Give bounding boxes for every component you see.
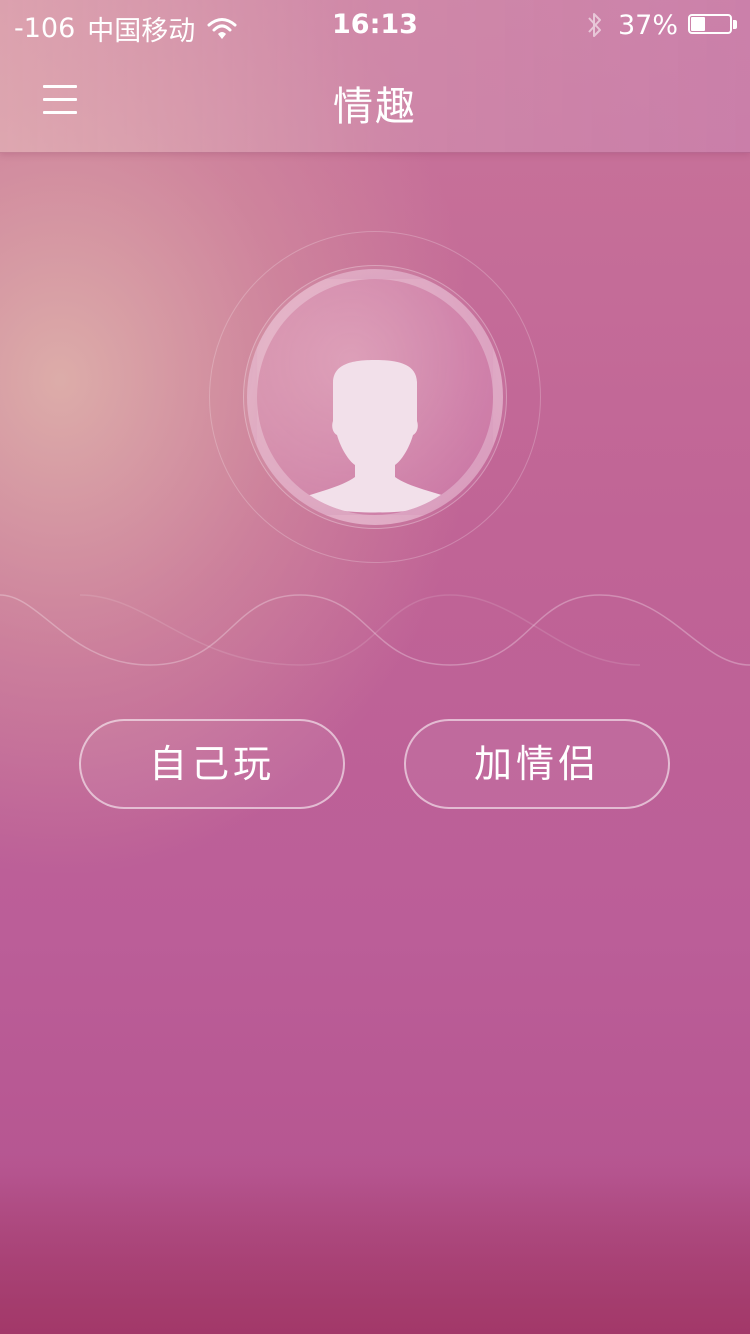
play-solo-button[interactable]: 自己玩 bbox=[79, 719, 345, 809]
bluetooth-icon bbox=[586, 9, 604, 41]
decorative-wave bbox=[0, 594, 750, 666]
battery-icon bbox=[688, 14, 738, 36]
battery-fill bbox=[691, 17, 705, 31]
avatar-area bbox=[209, 231, 541, 563]
battery-percentage: 37% bbox=[617, 9, 678, 41]
page-title: 情趣 bbox=[333, 84, 417, 130]
status-right: 37% bbox=[586, 9, 738, 41]
status-bar: -106 中国移动 16:13 37% bbox=[0, 0, 750, 50]
app-screen: 情趣 -106 中国移动 16:13 37% 自己玩 加情侣 bbox=[0, 0, 750, 1334]
avatar[interactable] bbox=[247, 269, 503, 525]
battery-tip bbox=[733, 20, 737, 29]
add-partner-button[interactable]: 加情侣 bbox=[404, 719, 670, 809]
default-user-avatar-icon bbox=[297, 360, 455, 513]
